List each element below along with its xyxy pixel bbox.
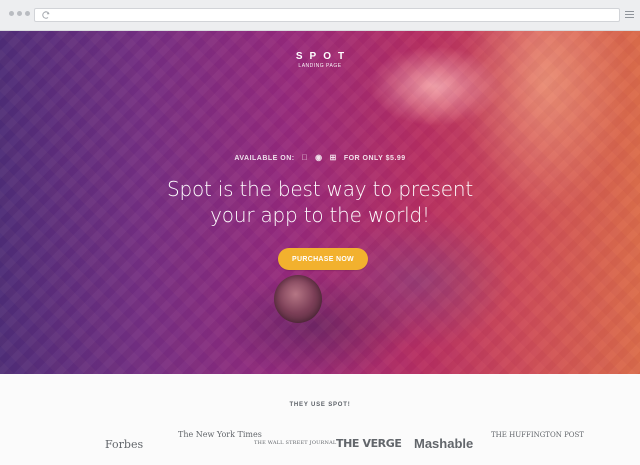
- android-icon: ◉: [311, 153, 322, 162]
- menu-icon[interactable]: [625, 11, 634, 20]
- reload-icon[interactable]: [41, 10, 51, 20]
- window-dot-icon[interactable]: [25, 11, 30, 16]
- headline-line-1: Spot is the best way to present: [166, 177, 474, 201]
- availability-row: AVAILABLE ON:  ◉ ⊞ FOR ONLY $5.99: [0, 154, 640, 162]
- window-controls: [9, 11, 30, 16]
- verge-logo: THE VERGE: [336, 437, 402, 450]
- purchase-now-button[interactable]: PURCHASE NOW: [278, 248, 368, 270]
- logo-title: SPOT: [295, 51, 352, 62]
- browser-toolbar: [0, 0, 640, 31]
- price-text: FOR ONLY $5.99: [340, 154, 405, 162]
- nyt-logo: The New York Times: [178, 430, 262, 439]
- window-dot-icon[interactable]: [17, 11, 22, 16]
- windows-icon: ⊞: [326, 153, 337, 162]
- apple-icon: : [302, 154, 309, 162]
- huffington-post-logo: THE HUFFINGTON POST: [491, 431, 584, 439]
- headline-line-2: your app to the world!: [210, 203, 430, 227]
- hero-headline: Spot is the best way to present your app…: [0, 176, 640, 228]
- coat-button-decoration: [274, 275, 322, 323]
- brands-title: THEY USE SPOT!: [289, 402, 351, 408]
- logo[interactable]: SPOT LANDING PAGE: [0, 51, 640, 69]
- logo-subtitle: LANDING PAGE: [298, 63, 342, 69]
- address-bar[interactable]: [34, 8, 620, 22]
- window-dot-icon[interactable]: [9, 11, 14, 16]
- available-label: AVAILABLE ON:: [234, 154, 295, 162]
- mashable-logo: Mashable: [414, 436, 474, 451]
- brands-section: THEY USE SPOT! Forbes The New York Times…: [0, 374, 640, 465]
- forbes-logo: Forbes: [105, 438, 144, 451]
- wsj-logo: THE WALL STREET JOURNAL: [254, 440, 337, 446]
- hero-section: SPOT LANDING PAGE AVAILABLE ON:  ◉ ⊞ FO…: [0, 31, 640, 374]
